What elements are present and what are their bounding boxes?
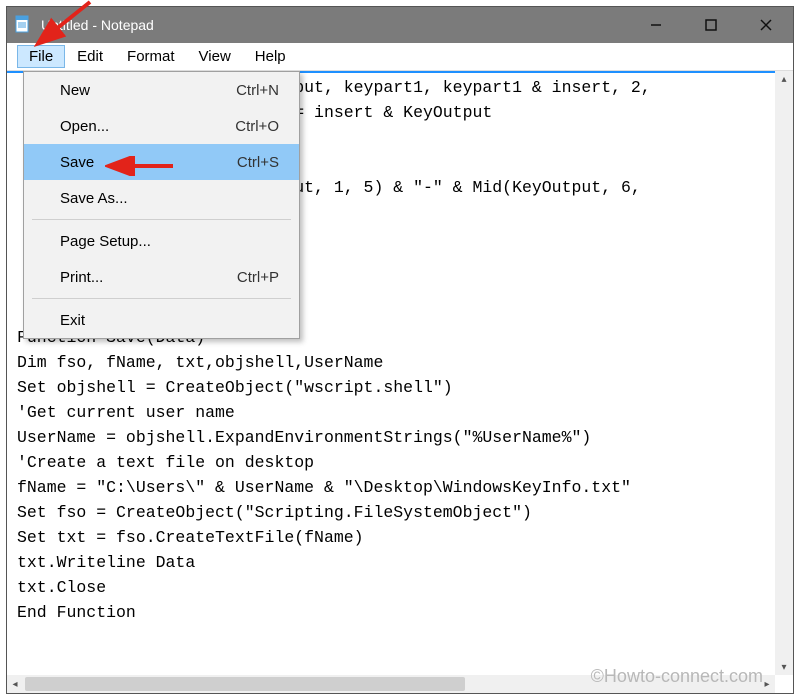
- titlebar[interactable]: Untitled - Notepad: [7, 7, 793, 43]
- file-menu-dropdown: New Ctrl+N Open... Ctrl+O Save Ctrl+S Sa…: [23, 71, 300, 339]
- editor-area: Output, keypart1, keypart1 & insert, 2, …: [7, 71, 793, 693]
- menu-save[interactable]: Save Ctrl+S: [24, 144, 299, 180]
- menu-format[interactable]: Format: [115, 45, 187, 68]
- menu-edit[interactable]: Edit: [65, 45, 115, 68]
- menu-page-setup[interactable]: Page Setup...: [24, 223, 299, 259]
- menu-exit[interactable]: Exit: [24, 302, 299, 338]
- notepad-icon: [15, 15, 33, 35]
- menubar: File Edit Format View Help: [7, 43, 793, 71]
- menu-sep: [32, 298, 291, 299]
- window-title: Untitled - Notepad: [41, 17, 628, 33]
- vertical-scrollbar[interactable]: ▴ ▾: [775, 71, 793, 675]
- window-controls: [628, 7, 793, 43]
- scroll-up-icon[interactable]: ▴: [778, 73, 790, 85]
- notepad-window: Untitled - Notepad File Edit Format View…: [6, 6, 794, 694]
- scroll-left-icon[interactable]: ◂: [9, 678, 21, 690]
- minimize-button[interactable]: [628, 7, 683, 43]
- watermark-text: ©Howto-connect.com: [591, 666, 763, 687]
- menu-new[interactable]: New Ctrl+N: [24, 72, 299, 108]
- menu-open[interactable]: Open... Ctrl+O: [24, 108, 299, 144]
- close-button[interactable]: [738, 7, 793, 43]
- maximize-button[interactable]: [683, 7, 738, 43]
- menu-sep: [32, 219, 291, 220]
- menu-view[interactable]: View: [187, 45, 243, 68]
- menu-print[interactable]: Print... Ctrl+P: [24, 259, 299, 295]
- hscroll-thumb[interactable]: [25, 677, 465, 691]
- menu-save-as[interactable]: Save As...: [24, 180, 299, 216]
- scroll-down-icon[interactable]: ▾: [778, 661, 790, 673]
- menu-file[interactable]: File: [17, 45, 65, 68]
- menu-help[interactable]: Help: [243, 45, 298, 68]
